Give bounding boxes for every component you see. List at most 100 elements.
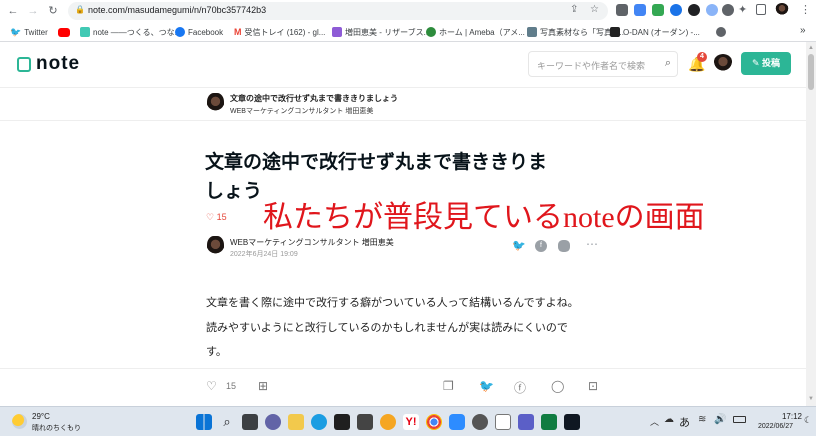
odan-icon bbox=[610, 27, 620, 37]
volume-icon[interactable]: 🔊 bbox=[714, 414, 726, 425]
extension-green-icon[interactable] bbox=[652, 4, 664, 16]
sticky-author[interactable]: WEBマーケティングコンサルタント 増田恵美 bbox=[230, 106, 373, 116]
copy-link-icon[interactable]: ❐ bbox=[443, 379, 454, 393]
yahoo-icon[interactable]: Y! bbox=[403, 414, 419, 430]
line-share-icon[interactable] bbox=[558, 240, 570, 252]
bookmark-reserve[interactable]: 増田恵美 - リザーブス... bbox=[332, 26, 430, 38]
reload-icon[interactable]: ↻ bbox=[46, 4, 60, 18]
store-icon[interactable] bbox=[334, 414, 350, 430]
scroll-down-icon[interactable]: ▼ bbox=[808, 396, 814, 402]
note-icon bbox=[80, 27, 90, 37]
twitter-share-icon[interactable]: 🐦 bbox=[512, 240, 526, 252]
zoom-icon[interactable] bbox=[634, 4, 646, 16]
file-explorer-icon[interactable] bbox=[288, 414, 304, 430]
excel-icon[interactable] bbox=[541, 414, 557, 430]
page-scrollbar[interactable] bbox=[806, 42, 816, 406]
extension-gray-icon[interactable] bbox=[722, 4, 734, 16]
publish-date: 2022年6月24日 19:09 bbox=[230, 251, 298, 258]
twitter-icon: 🐦 bbox=[10, 27, 22, 37]
line-share-icon[interactable]: ◯ bbox=[551, 379, 564, 393]
weather-temperature[interactable]: 29°C bbox=[32, 412, 50, 421]
author-avatar[interactable] bbox=[207, 236, 224, 258]
bookmark-note[interactable]: note ――つくる、つな... bbox=[80, 26, 181, 38]
clock-date[interactable]: 2022/06/27 bbox=[758, 423, 793, 430]
facebook-share-icon[interactable]: ⓕ bbox=[514, 379, 526, 396]
facebook-share-icon[interactable]: f bbox=[535, 240, 547, 252]
url-text[interactable]: note.com/masudamegumi/n/n70bc357742b3 bbox=[88, 5, 266, 15]
clock-app-icon[interactable] bbox=[472, 414, 488, 430]
share-icon[interactable]: ⇪ bbox=[570, 4, 578, 15]
chrome-icon[interactable] bbox=[426, 414, 442, 430]
search-placeholder: キーワードや作者名で検索 bbox=[537, 61, 646, 71]
search-icon[interactable]: ⌕ bbox=[665, 57, 671, 70]
extension-dark-icon[interactable] bbox=[688, 4, 700, 16]
scrollbar-thumb[interactable] bbox=[808, 54, 814, 90]
author-avatar[interactable] bbox=[207, 93, 224, 115]
start-icon[interactable] bbox=[196, 414, 212, 430]
article-action-bar: ♡ 15 ⊞ ❐ 🐦 ⓕ ◯ ⊡ bbox=[0, 368, 806, 406]
weather-icon[interactable] bbox=[12, 414, 27, 429]
overlay-caption: 私たちが普段見ているnoteの画面 bbox=[263, 201, 705, 234]
app-icon[interactable] bbox=[357, 414, 373, 430]
profile-avatar[interactable] bbox=[775, 3, 789, 17]
puzzle-icon[interactable]: ✦ bbox=[738, 3, 747, 16]
heart-icon[interactable]: ♡ bbox=[206, 379, 217, 393]
eyedropper-icon[interactable] bbox=[616, 4, 628, 16]
more-options-icon[interactable]: ⋯ bbox=[586, 237, 598, 251]
zoom-app-icon[interactable] bbox=[449, 414, 465, 430]
more-bookmarks-icon[interactable]: » bbox=[800, 25, 806, 36]
notification-center-icon[interactable]: ☾ bbox=[804, 415, 812, 426]
bookmark-label: O-DAN (オーダン) -... bbox=[623, 27, 700, 37]
extension-light-icon[interactable] bbox=[706, 4, 718, 16]
back-icon[interactable]: ← bbox=[6, 4, 20, 18]
like-count: 15 bbox=[216, 212, 227, 222]
app-orange-icon[interactable] bbox=[380, 414, 396, 430]
bookmark-youtube[interactable] bbox=[58, 26, 70, 38]
bookmark-odan[interactable]: O-DAN (オーダン) -... bbox=[610, 26, 700, 38]
battery-icon[interactable] bbox=[733, 416, 746, 423]
menu-icon[interactable]: ⋮ bbox=[800, 3, 811, 16]
bookmark-twitter[interactable]: 🐦 Twitter bbox=[10, 26, 48, 38]
notification-badge: 4 bbox=[697, 52, 707, 62]
twitter-share-icon[interactable]: 🐦 bbox=[479, 379, 494, 393]
task-view-icon[interactable] bbox=[242, 414, 258, 430]
bookmark-label: Twitter bbox=[24, 27, 48, 37]
clock-time[interactable]: 17:12 bbox=[762, 412, 802, 421]
post-button[interactable]: ✎ 投稿 bbox=[741, 52, 791, 75]
url-bar[interactable]: 🔒 note.com/masudamegumi/n/n70bc357742b3 … bbox=[68, 2, 608, 20]
sidebar-icon[interactable] bbox=[756, 4, 766, 15]
facebook-icon bbox=[175, 27, 185, 37]
weather-description[interactable]: 晴れのちくもり bbox=[32, 423, 81, 433]
bookmark-add-icon[interactable]: ⊡ bbox=[588, 379, 598, 393]
bookmark-globe[interactable] bbox=[716, 26, 726, 38]
bookmark-ameba[interactable]: ホーム | Ameba（アメ... bbox=[426, 26, 525, 38]
like-counter[interactable]: ♡ 15 bbox=[206, 212, 227, 223]
author-name[interactable]: WEBマーケティングコンサルタント 増田恵美 bbox=[230, 237, 394, 248]
note-logo-text[interactable]: note bbox=[36, 53, 80, 75]
chevron-up-icon[interactable]: ︿ bbox=[650, 415, 659, 428]
magazine-add-icon[interactable]: ⊞ bbox=[258, 379, 268, 393]
search-input[interactable]: キーワードや作者名で検索 ⌕ bbox=[528, 51, 678, 77]
bookmark-facebook[interactable]: Facebook bbox=[175, 26, 223, 38]
lock-icon: 🔒 bbox=[75, 5, 85, 14]
wifi-icon[interactable]: ≋ bbox=[698, 414, 706, 425]
teams-icon[interactable] bbox=[518, 414, 534, 430]
sticky-title[interactable]: 文章の途中で改行せず丸まで書ききりましょう bbox=[230, 93, 398, 104]
bookmark-label: ホーム | Ameba（アメ... bbox=[439, 27, 525, 37]
note-logo-icon[interactable] bbox=[17, 57, 31, 72]
forward-icon[interactable]: → bbox=[26, 4, 40, 18]
cloud-icon[interactable]: ☁ bbox=[664, 414, 674, 425]
scroll-up-icon[interactable]: ▲ bbox=[808, 45, 814, 51]
user-avatar[interactable] bbox=[713, 54, 733, 74]
photo-icon bbox=[527, 27, 537, 37]
document-icon[interactable] bbox=[495, 414, 511, 430]
extension-blue-icon[interactable] bbox=[670, 4, 682, 16]
search-icon[interactable]: ⌕ bbox=[219, 414, 235, 430]
bookmark-star-icon[interactable]: ☆ bbox=[590, 4, 599, 15]
ime-indicator[interactable]: あ bbox=[679, 414, 690, 430]
edge-icon[interactable] bbox=[311, 414, 327, 430]
bookmark-label: 増田恵美 - リザーブス... bbox=[345, 27, 431, 37]
app-dark-icon[interactable] bbox=[564, 414, 580, 430]
chat-icon[interactable] bbox=[265, 414, 281, 430]
bookmark-gmail[interactable]: M 受信トレイ (162) - gl... bbox=[234, 26, 325, 38]
